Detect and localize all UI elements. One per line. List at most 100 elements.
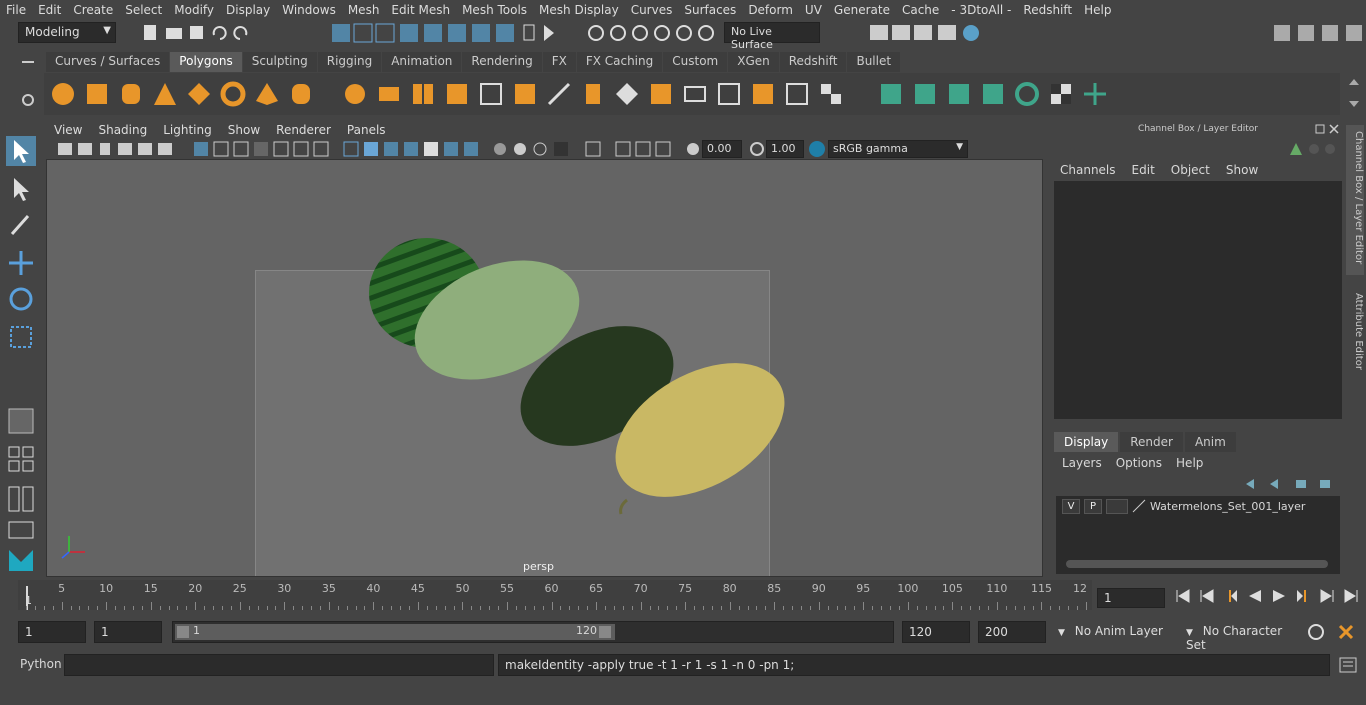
tab-polygons[interactable]: Polygons <box>170 52 242 72</box>
side-tab-attribute-editor[interactable]: Attribute Editor <box>1346 287 1364 377</box>
menu-modify[interactable]: Modify <box>168 3 220 17</box>
target-weld-icon[interactable] <box>648 81 674 107</box>
color-management-icon[interactable] <box>808 140 826 158</box>
multi-cut-icon[interactable] <box>614 81 640 107</box>
step-forward-frame-icon[interactable] <box>1294 587 1312 605</box>
channel-menu-object[interactable]: Object <box>1171 163 1210 177</box>
viewport-menu-panels[interactable]: Panels <box>339 123 394 137</box>
snap-toolbar[interactable] <box>585 22 725 44</box>
automatic-mapping-icon[interactable] <box>716 81 742 107</box>
tab-fx[interactable]: FX <box>542 52 576 72</box>
combine-icon[interactable] <box>342 81 368 107</box>
menu-edit[interactable]: Edit <box>32 3 67 17</box>
gamma-field[interactable]: 1.00 <box>766 140 804 158</box>
uv-layout-icon[interactable] <box>784 81 810 107</box>
tab-redshift[interactable]: Redshift <box>779 52 847 72</box>
layer-name[interactable]: Watermelons_Set_001_layer <box>1150 500 1305 513</box>
menu-cache[interactable]: Cache <box>896 3 945 17</box>
mode-selector[interactable]: Modeling ▼ <box>18 22 116 43</box>
tab-rigging[interactable]: Rigging <box>317 52 382 72</box>
lasso-tool-icon[interactable] <box>6 174 36 204</box>
play-backward-icon[interactable] <box>1246 587 1264 605</box>
character-set-dropdown[interactable]: ▼ No Character Set <box>1180 621 1300 652</box>
tab-custom[interactable]: Custom <box>663 52 728 72</box>
layer-playback-toggle[interactable]: P <box>1084 498 1102 514</box>
panel-controls[interactable] <box>1314 123 1344 135</box>
channel-menu-channels[interactable]: Channels <box>1060 163 1116 177</box>
menu-mesh-tools[interactable]: Mesh Tools <box>456 3 533 17</box>
layout-single-icon[interactable] <box>6 516 36 546</box>
layer-row[interactable]: V P Watermelons_Set_001_layer <box>1056 498 1340 514</box>
tab-curves-surfaces[interactable]: Curves / Surfaces <box>46 52 170 72</box>
command-language[interactable]: Python <box>20 657 62 671</box>
poly-pipe-icon[interactable] <box>288 81 314 107</box>
soft-select-icon[interactable] <box>6 406 36 436</box>
time-slider[interactable]: 1 5 10 15 20 25 30 35 40 45 50 55 60 65 70 75 80 85 90 95 1… <box>18 580 1092 610</box>
current-frame-field[interactable]: 1 <box>1097 588 1165 608</box>
tab-xgen[interactable]: XGen <box>728 52 779 72</box>
poly-torus-icon[interactable] <box>220 81 246 107</box>
uv-sew-icon[interactable] <box>818 81 844 107</box>
viewport-menu-view[interactable]: View <box>46 123 90 137</box>
shelf-scroll[interactable] <box>1344 73 1364 113</box>
tab-bullet[interactable]: Bullet <box>847 52 901 72</box>
bevel-icon[interactable] <box>546 81 572 107</box>
viewport-menu-show[interactable]: Show <box>220 123 268 137</box>
menu-surfaces[interactable]: Surfaces <box>678 3 742 17</box>
3dtoall-box-icon[interactable] <box>980 81 1006 107</box>
step-forward-key-icon[interactable] <box>1318 587 1336 605</box>
3dtoall-sync-icon[interactable] <box>1014 81 1040 107</box>
render-toolbar[interactable] <box>868 22 988 44</box>
command-input[interactable] <box>64 654 494 676</box>
channel-menu-edit[interactable]: Edit <box>1132 163 1155 177</box>
3dtoall-transform-icon[interactable] <box>1082 81 1108 107</box>
workspace-toolbar[interactable] <box>1270 22 1366 44</box>
poly-cube-icon[interactable] <box>84 81 110 107</box>
rotate-tool-icon[interactable] <box>6 284 36 314</box>
shelf-menu-button[interactable] <box>20 52 36 112</box>
menu-select[interactable]: Select <box>119 3 168 17</box>
viewport-menu-renderer[interactable]: Renderer <box>268 123 339 137</box>
menu-deform[interactable]: Deform <box>742 3 799 17</box>
layer-menu-layers[interactable]: Layers <box>1062 456 1102 470</box>
live-surface-field[interactable]: No Live Surface <box>724 22 820 51</box>
layer-menu-options[interactable]: Options <box>1116 456 1162 470</box>
scale-tool-icon[interactable] <box>6 322 36 352</box>
poly-plane-icon[interactable] <box>186 81 212 107</box>
layer-scrollbar[interactable] <box>1066 560 1328 568</box>
anim-layer-dropdown[interactable]: ▼ No Anim Layer <box>1052 621 1170 643</box>
layout-outliner-icon[interactable] <box>6 484 36 514</box>
paint-select-tool-icon[interactable] <box>6 210 36 240</box>
select-tool-icon[interactable] <box>6 136 36 166</box>
move-tool-icon[interactable] <box>6 248 36 278</box>
selection-toolbar[interactable] <box>330 22 570 44</box>
3dtoall-material-icon[interactable] <box>946 81 972 107</box>
viewport-menu-lighting[interactable]: Lighting <box>155 123 220 137</box>
insert-edge-loop-icon[interactable] <box>580 81 606 107</box>
bridge-icon[interactable] <box>478 81 504 107</box>
go-to-start-icon[interactable] <box>1174 587 1192 605</box>
menu-generate[interactable]: Generate <box>828 3 896 17</box>
script-editor-icon[interactable] <box>1338 656 1358 674</box>
menu-edit-mesh[interactable]: Edit Mesh <box>385 3 456 17</box>
step-back-frame-icon[interactable] <box>1222 587 1240 605</box>
range-row-icons[interactable] <box>1306 622 1364 642</box>
menu-display[interactable]: Display <box>220 3 276 17</box>
range-slider[interactable]: 1 120 <box>172 621 894 643</box>
channel-box-area[interactable] <box>1054 181 1342 419</box>
menu-create[interactable]: Create <box>67 3 119 17</box>
viewport-menu-shading[interactable]: Shading <box>90 123 155 137</box>
channel-box-icons[interactable] <box>1288 141 1338 157</box>
poly-sphere-icon[interactable] <box>50 81 76 107</box>
tab-display[interactable]: Display <box>1054 432 1119 452</box>
menu-3dtoall[interactable]: - 3DtoAll - <box>945 3 1017 17</box>
layer-color-icon[interactable] <box>1132 499 1146 513</box>
animation-end-field[interactable]: 200 <box>978 621 1046 643</box>
menu-windows[interactable]: Windows <box>276 3 342 17</box>
play-forward-icon[interactable] <box>1270 587 1288 605</box>
layout-four-icon[interactable] <box>6 444 36 474</box>
tab-render[interactable]: Render <box>1120 432 1183 452</box>
uv-editor-icon[interactable] <box>750 81 776 107</box>
planar-mapping-icon[interactable] <box>682 81 708 107</box>
tab-animation[interactable]: Animation <box>382 52 462 72</box>
